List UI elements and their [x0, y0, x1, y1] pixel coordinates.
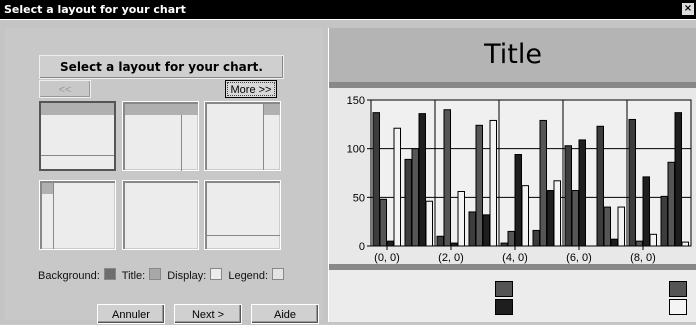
bar [443, 109, 451, 247]
layout-legend-region [263, 104, 264, 170]
bar [628, 118, 636, 247]
layout-legend-region [181, 115, 182, 171]
bar [425, 200, 433, 247]
preview-title: Title [329, 28, 696, 82]
layout-title-region [42, 183, 53, 194]
bar [681, 241, 689, 247]
bar [475, 124, 483, 247]
bar [571, 190, 579, 247]
layout-option-3[interactable] [204, 101, 281, 171]
more-layouts-button[interactable]: More >> [225, 80, 277, 98]
bar [667, 161, 675, 247]
legend-swatch [272, 268, 285, 280]
bar [674, 112, 682, 247]
bar [642, 176, 650, 247]
bar [450, 242, 458, 247]
color-legend: Background: Title: Display: Legend: [38, 268, 290, 282]
layout-legend-region [41, 155, 114, 156]
bar [553, 180, 561, 247]
bar [649, 233, 657, 247]
bar [564, 145, 572, 247]
y-tick-label: 150 [347, 95, 365, 107]
layout-title-region [263, 104, 280, 115]
legend-display-label: Display: [167, 270, 207, 282]
bar [660, 195, 668, 247]
bar [635, 240, 643, 247]
bar [514, 154, 522, 247]
bar [489, 119, 497, 247]
preview-legend [329, 270, 696, 322]
layout-heading: Select a layout for your chart. [39, 55, 284, 79]
bar [546, 190, 554, 247]
legend-title-label: Title: [121, 270, 146, 282]
bar [596, 125, 604, 247]
legend-background-label: Background: [38, 270, 100, 282]
bar [507, 230, 515, 247]
bar [411, 148, 419, 247]
y-tick-label: 50 [353, 192, 365, 204]
chart-preview: Title 0 50 100 150 (0, 0) (2, 0) (4, 0) (6, 0) (… [328, 28, 696, 322]
window-title: Select a layout for your chart [4, 3, 186, 16]
legend-swatch-series-4 [669, 299, 687, 315]
layout-option-1[interactable] [39, 101, 116, 171]
bar [482, 214, 490, 247]
bar [521, 185, 529, 247]
y-tick-label: 100 [347, 144, 365, 156]
bar [532, 229, 540, 247]
bar [379, 198, 387, 247]
bar [418, 113, 426, 247]
bar [617, 206, 625, 247]
layout-option-5[interactable] [122, 180, 199, 250]
x-tick-label: (4, 0) [502, 252, 528, 264]
display-swatch [210, 268, 223, 280]
close-icon[interactable]: × [682, 3, 694, 15]
preview-plot-area: 0 50 100 150 (0, 0) (2, 0) (4, 0) (6, 0) (8, 0) [329, 88, 696, 264]
bar [436, 235, 444, 247]
layout-title-region [41, 103, 114, 115]
legend-legend-label: Legend: [228, 270, 269, 282]
background-swatch [103, 268, 116, 280]
bar [457, 190, 465, 247]
x-tick-label: (0, 0) [374, 252, 400, 264]
layout-option-4[interactable] [39, 180, 116, 250]
layout-option-6[interactable] [204, 180, 281, 250]
bar [372, 112, 380, 247]
bar [468, 211, 476, 247]
bar [539, 119, 547, 247]
legend-swatch-series-1 [495, 281, 513, 297]
bar-chart: 0 50 100 150 (0, 0) (2, 0) (4, 0) (6, 0) (8, 0) [347, 95, 692, 264]
layout-option-2[interactable] [122, 101, 199, 171]
bar [578, 139, 586, 247]
next-button[interactable]: Next > [174, 304, 242, 324]
bar [603, 206, 611, 247]
layout-legend-region [53, 183, 54, 249]
legend-swatch-series-2 [495, 299, 513, 315]
cancel-button[interactable]: Annuler [97, 304, 165, 324]
x-tick-label: (2, 0) [438, 252, 464, 264]
layout-picker-panel: Select a layout for your chart. << More … [5, 28, 323, 324]
bar [610, 238, 618, 247]
help-button[interactable]: Aide [251, 304, 319, 324]
title-swatch [149, 268, 162, 280]
legend-swatch-series-3 [669, 281, 687, 297]
prev-layouts-button[interactable]: << [39, 80, 91, 98]
bar [500, 242, 508, 247]
bar [404, 158, 412, 247]
y-tick-label: 0 [359, 241, 365, 253]
dialog-body: Select a layout for your chart. << More … [0, 19, 696, 324]
bar [386, 240, 394, 247]
layout-legend-region [207, 235, 280, 236]
title-bar: Select a layout for your chart × [0, 0, 696, 19]
x-tick-label: (8, 0) [630, 252, 656, 264]
x-tick-label: (6, 0) [566, 252, 592, 264]
layout-title-region [125, 104, 198, 115]
bar [393, 127, 401, 247]
